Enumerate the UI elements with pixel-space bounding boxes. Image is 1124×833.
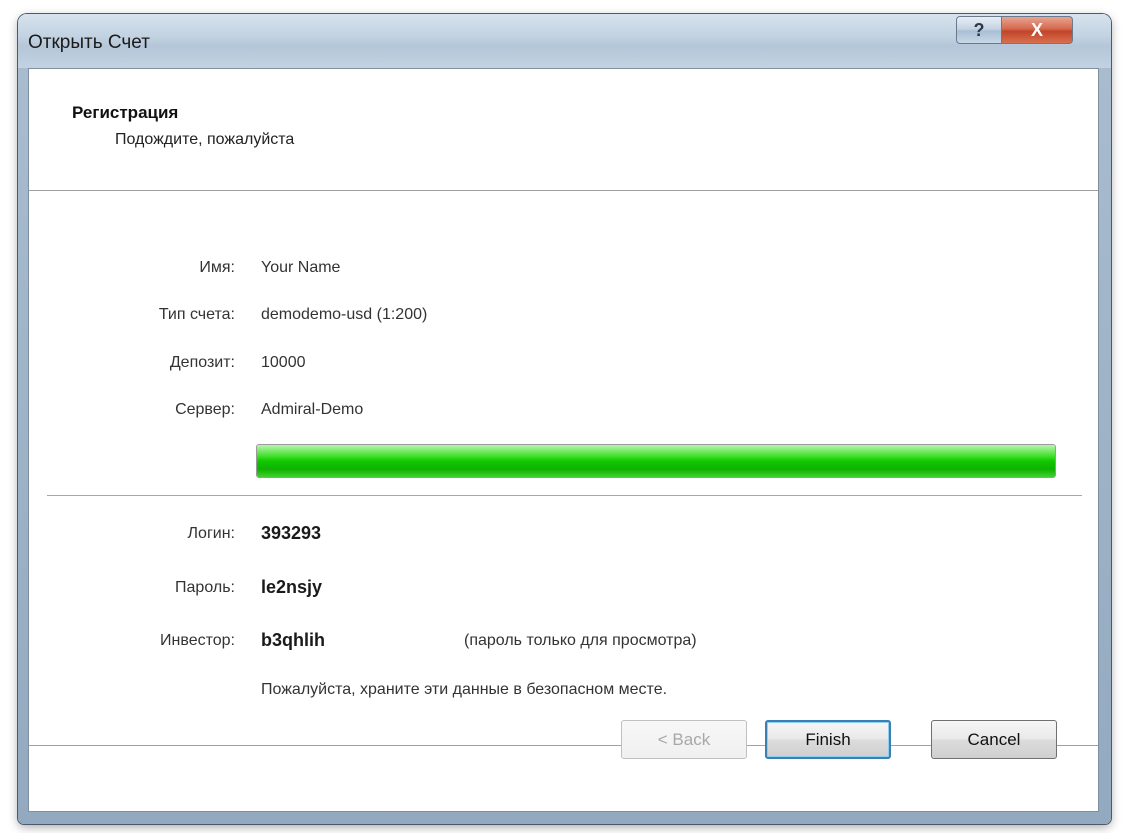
investor-value: b3qhlih: [261, 630, 325, 650]
account-type-label: Тип счета:: [158, 306, 235, 323]
server-value: Admiral-Demo: [261, 401, 364, 418]
page-title: Регистрация: [72, 103, 179, 122]
server-label: Сервер:: [175, 401, 235, 418]
name-value: Your Name: [261, 259, 341, 276]
header-panel: Регистрация Подождите, пожалуйста: [29, 69, 1098, 191]
login-label: Логин:: [187, 525, 235, 542]
name-label: Имя:: [199, 259, 235, 276]
finish-button[interactable]: Finish: [765, 720, 891, 759]
window-title: Открыть Счет: [28, 32, 150, 53]
back-button[interactable]: < Back: [621, 720, 747, 759]
account-type-value: demodemo-usd (1:200): [261, 306, 428, 323]
password-label: Пароль:: [175, 579, 235, 596]
close-button[interactable]: X: [1001, 16, 1073, 44]
title-bar[interactable]: Открыть Счет ? X: [18, 14, 1111, 68]
dialog-body: Регистрация Подождите, пожалуйста Имя: Y…: [28, 68, 1099, 812]
deposit-label: Депозит:: [169, 354, 235, 371]
progress-fill: [257, 445, 1055, 477]
page-subtitle: Подождите, пожалуйста: [115, 131, 295, 148]
deposit-value: 10000: [261, 354, 306, 371]
login-value: 393293: [261, 523, 322, 543]
cancel-button[interactable]: Cancel: [931, 720, 1057, 759]
close-icon: X: [1030, 19, 1043, 40]
open-account-dialog: Открыть Счет ? X Регистрация Подождите, …: [18, 14, 1111, 824]
registration-progress-bar: [256, 444, 1056, 478]
investor-note: (пароль только для просмотра): [464, 632, 697, 649]
help-button[interactable]: ?: [956, 16, 1002, 44]
section-divider: [47, 495, 1082, 497]
password-value: le2nsjy: [261, 577, 323, 597]
help-icon: ?: [973, 19, 985, 40]
investor-label: Инвестор:: [160, 632, 235, 649]
safety-note: Пожалуйста, храните эти данные в безопас…: [261, 681, 668, 698]
